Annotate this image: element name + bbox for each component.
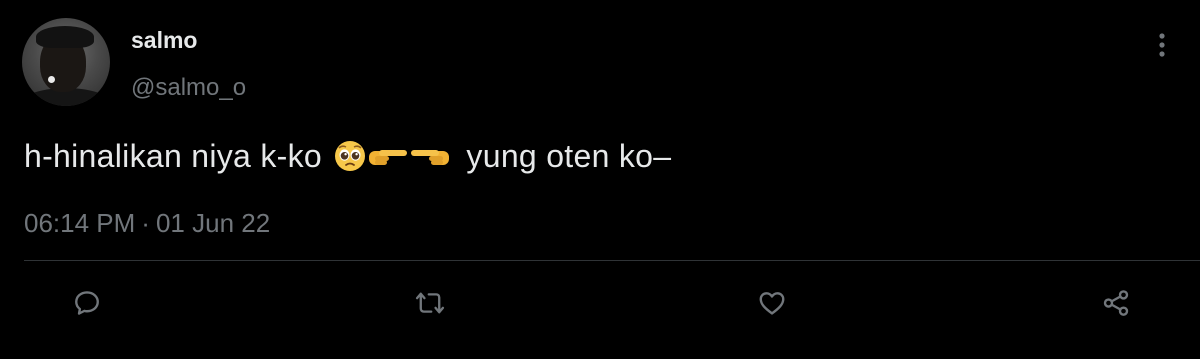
- more-vertical-icon: [1159, 33, 1165, 57]
- more-options-button[interactable]: [1150, 30, 1174, 60]
- heart-icon: [759, 292, 785, 315]
- tweet-timestamp[interactable]: 06:14 PM · 01 Jun 22: [24, 208, 270, 239]
- tweet-card: salmo @salmo_o h-hinalikan niya k-ko yun…: [0, 0, 1200, 359]
- tweet-text: h-hinalikan niya k-ko yung oten ko–: [24, 138, 671, 181]
- pointing-left-icon: [411, 150, 450, 165]
- tweet-time: 06:14 PM: [24, 208, 136, 238]
- divider: [24, 260, 1200, 261]
- retweet-button[interactable]: [413, 286, 447, 320]
- user-handle[interactable]: @salmo_o: [131, 74, 246, 102]
- share-button[interactable]: [1099, 286, 1133, 320]
- reply-icon: [75, 291, 99, 315]
- tweet-text-after: yung oten ko–: [466, 138, 672, 174]
- pleading-face-icon: [335, 141, 366, 171]
- tweet-date: 01 Jun 22: [155, 208, 271, 238]
- avatar[interactable]: [22, 18, 110, 106]
- reply-button[interactable]: [70, 286, 104, 320]
- tweet-text-before: h-hinalikan niya k-ko: [24, 138, 323, 174]
- like-button[interactable]: [755, 286, 789, 320]
- avatar-cap-shape: [36, 26, 94, 48]
- display-name[interactable]: salmo: [131, 27, 197, 54]
- emoji-group: [333, 139, 451, 181]
- avatar-lollipop-shape: [48, 76, 55, 83]
- meta-separator: ·: [141, 208, 150, 238]
- pointing-right-icon: [369, 150, 408, 165]
- share-icon: [1103, 290, 1129, 316]
- retweet-icon: [415, 292, 445, 314]
